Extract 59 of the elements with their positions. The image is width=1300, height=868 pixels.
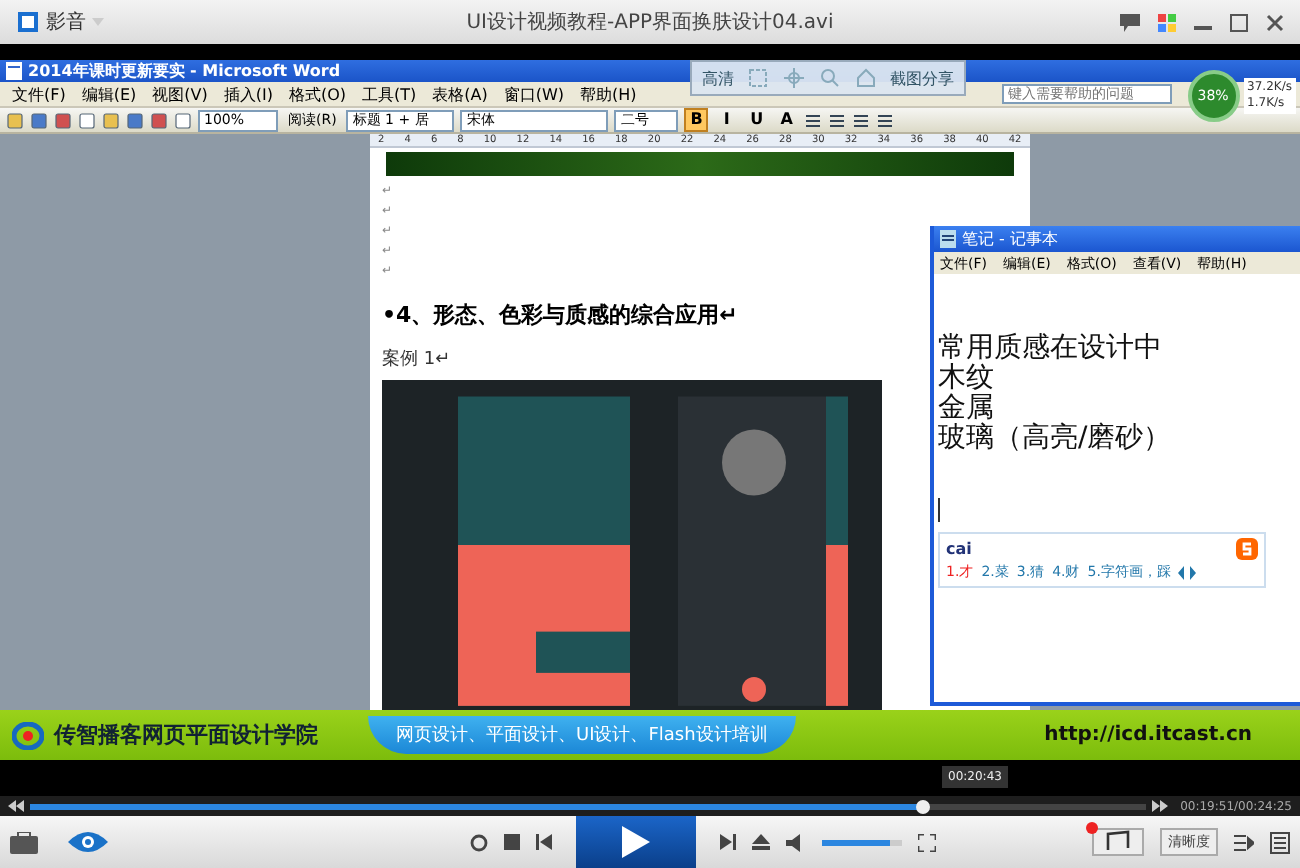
fast-forward-icon[interactable] — [1152, 800, 1169, 812]
maximize-icon[interactable] — [1230, 13, 1248, 31]
next-icon[interactable] — [720, 834, 736, 850]
film-icon — [16, 10, 40, 34]
playlist-icon[interactable] — [1234, 833, 1254, 851]
menu-item[interactable]: 视图(V) — [152, 83, 208, 105]
document-icon — [6, 62, 22, 80]
window-title: 2014年课时更新要实 - Microsoft Word — [28, 60, 341, 82]
format-button[interactable]: B — [684, 108, 709, 132]
text-line: 金属 — [938, 394, 994, 424]
menu-item[interactable]: 编辑(E) — [81, 83, 137, 105]
previous-icon[interactable] — [536, 834, 552, 850]
play-icon — [622, 826, 650, 858]
share-button[interactable]: 截图分享 — [884, 67, 960, 89]
fullscreen-icon[interactable] — [918, 833, 936, 851]
video-title: UI设计视频教程-APP界面换肤设计04.avi — [466, 9, 834, 36]
settings-icon[interactable] — [470, 833, 488, 851]
notification-dot — [1086, 822, 1098, 834]
school-name: 传智播客网页平面设计学院 — [54, 720, 318, 750]
menu-item[interactable]: 帮助(H) — [580, 83, 637, 105]
close-icon[interactable] — [1266, 13, 1284, 31]
toolbox-icon[interactable] — [10, 831, 38, 853]
format-button[interactable]: U — [744, 108, 769, 132]
document-heading: •4、形态、色彩与质感的综合应用↵ — [382, 300, 738, 330]
eye-icon[interactable] — [66, 830, 110, 854]
speaker-icon[interactable] — [786, 833, 806, 851]
menu-item[interactable]: 插入(I) — [223, 83, 273, 105]
courses-banner: 网页设计、平面设计、UI设计、Flash设计培训 — [368, 716, 796, 754]
list-format-icon[interactable] — [804, 111, 823, 129]
palette-icon[interactable] — [1158, 13, 1176, 31]
menu-item[interactable]: 工具(T) — [362, 83, 417, 105]
play-button[interactable] — [576, 816, 696, 868]
format-button[interactable]: A — [774, 108, 799, 132]
notepad-icon — [940, 230, 956, 248]
text-line: 常用质感在设计中 — [938, 334, 1162, 364]
list-format-icon[interactable] — [876, 111, 895, 129]
list-format-icon[interactable] — [828, 111, 847, 129]
eject-icon[interactable] — [752, 834, 770, 850]
school-logo-icon — [12, 721, 44, 749]
list-panel-icon[interactable] — [1270, 831, 1290, 853]
text-line: 木纹 — [938, 364, 994, 394]
website-url: http://icd.itcast.cn — [1044, 724, 1252, 746]
chat-icon[interactable] — [1120, 13, 1140, 31]
quality-button[interactable]: 高清 — [696, 67, 740, 89]
menu-item[interactable]: 表格(A) — [432, 83, 488, 105]
typed-pinyin-text: cai — [946, 539, 972, 557]
text-line: 玻璃（高亮/磨砂） — [938, 424, 1172, 454]
rewind-icon[interactable] — [8, 800, 24, 812]
menu-item[interactable]: 文件(F) — [12, 83, 66, 105]
format-button[interactable]: I — [714, 108, 739, 132]
progress-handle[interactable] — [916, 799, 931, 813]
menu-item[interactable]: 窗口(W) — [503, 83, 565, 105]
list-format-icon[interactable] — [852, 111, 871, 129]
image-caption: 案例 1↵ — [382, 346, 451, 372]
ime-logo-icon — [1236, 537, 1258, 559]
menu-item[interactable]: 格式(O) — [288, 83, 347, 105]
page-arrows-icon[interactable] — [1178, 565, 1197, 579]
app-logo-text[interactable]: 影音 — [46, 8, 86, 36]
window-title: 笔记 - 记事本 — [962, 228, 1058, 250]
